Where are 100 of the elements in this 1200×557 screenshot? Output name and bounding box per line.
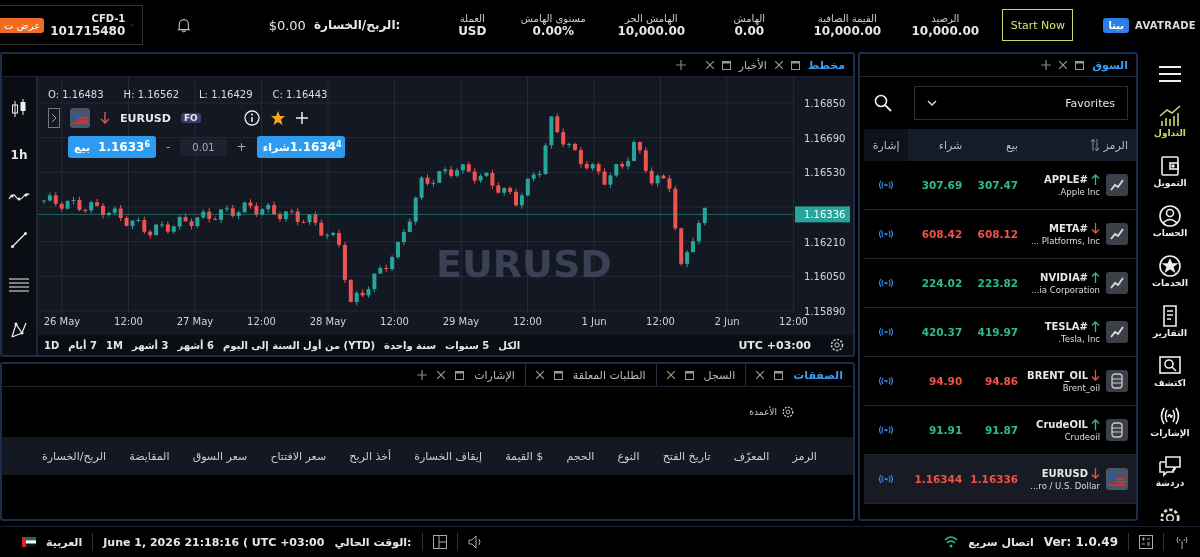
window-icon[interactable] <box>774 370 784 380</box>
calculator-icon[interactable] <box>1139 535 1153 549</box>
indicator-icon[interactable] <box>8 190 30 203</box>
settings-icon[interactable] <box>781 405 795 419</box>
add-icon[interactable] <box>296 112 308 124</box>
market-row[interactable]: 420.37 419.97 TESLA# .Tesla, Inc <box>864 308 1136 357</box>
close-icon[interactable] <box>535 371 544 379</box>
column-header[interactable]: تاريخ الفتح <box>662 449 711 463</box>
sell-price[interactable]: 307.47 <box>964 179 1021 191</box>
signal-icon[interactable] <box>878 474 895 484</box>
range-button[interactable]: (YTD) من أول السنة إلى اليوم <box>223 339 376 351</box>
nav-item[interactable]: التقارير <box>1152 304 1188 354</box>
nav-item[interactable]: دردشة <box>1155 454 1185 504</box>
layout-icon[interactable] <box>432 535 447 549</box>
buy-price[interactable]: 91.91 <box>908 424 965 436</box>
expand-icon[interactable] <box>48 108 60 128</box>
antenna-icon[interactable] <box>1174 535 1190 549</box>
panel-tab[interactable]: الأخبار <box>738 58 767 72</box>
window-icon[interactable] <box>1075 60 1085 70</box>
buy-price[interactable]: 608.42 <box>908 228 965 240</box>
close-icon[interactable] <box>666 371 675 379</box>
panel-tab[interactable]: الطلبات المعلقة <box>572 368 646 382</box>
close-icon[interactable] <box>437 371 446 379</box>
buy-price[interactable]: 94.90 <box>908 375 965 387</box>
sell-price[interactable]: 1.16336 <box>964 473 1021 485</box>
nav-item[interactable]: اكتشف <box>1154 354 1186 404</box>
column-header[interactable]: الحجم <box>566 449 595 463</box>
panel-tab[interactable]: الإشارات <box>474 368 515 382</box>
panel-tab[interactable]: مخطط <box>807 58 845 72</box>
range-button[interactable]: 1D <box>44 339 60 351</box>
window-icon[interactable] <box>790 60 800 70</box>
close-icon[interactable] <box>756 371 765 379</box>
range-button[interactable]: 1M <box>106 339 123 351</box>
market-row[interactable]: 608.42 608.12 META# ... Platforms, Inc <box>864 210 1136 259</box>
nav-item[interactable]: الحساب <box>1152 204 1188 254</box>
column-header[interactable]: إشارة <box>864 129 909 161</box>
quantity-field[interactable]: 0.01 <box>180 138 227 156</box>
signal-icon[interactable] <box>878 327 895 337</box>
column-header[interactable]: سعر الافتتاح <box>270 449 327 463</box>
horizontal-lines-icon[interactable] <box>9 277 29 292</box>
sell-price[interactable]: 419.97 <box>964 326 1021 338</box>
add-tab-icon[interactable] <box>675 60 686 70</box>
window-icon[interactable] <box>721 60 731 70</box>
sell-price[interactable]: 608.12 <box>964 228 1021 240</box>
column-header[interactable]: أخذ الربح <box>349 449 392 463</box>
sell-price[interactable]: 223.82 <box>964 277 1021 289</box>
column-header[interactable]: شراء <box>908 138 965 152</box>
column-header[interactable]: بيع <box>964 138 1021 152</box>
column-header[interactable]: المقايضة <box>129 449 170 463</box>
signal-icon[interactable] <box>878 425 895 435</box>
buy-price[interactable]: 224.02 <box>908 277 965 289</box>
info-icon[interactable] <box>244 110 260 126</box>
nav-item[interactable]: الإشارات <box>1150 404 1190 454</box>
buy-price[interactable]: 1.16344 <box>908 473 965 485</box>
sort-icon[interactable] <box>1089 138 1100 152</box>
window-icon[interactable] <box>455 370 465 380</box>
add-tab-icon[interactable] <box>1041 60 1052 70</box>
window-icon[interactable] <box>684 370 694 380</box>
timeframe-button[interactable]: 1h <box>10 148 28 162</box>
nav-item[interactable]: الخدمات <box>1151 254 1189 304</box>
language-selector[interactable]: العربية <box>46 535 83 549</box>
buy-price[interactable]: 420.37 <box>908 326 965 338</box>
signal-icon[interactable] <box>878 180 895 190</box>
market-row[interactable]: 224.02 223.82 NVIDIA# ...ia Corporation <box>864 259 1136 308</box>
timezone-label[interactable]: UTC +03:00 <box>738 338 811 352</box>
close-icon[interactable] <box>1059 61 1068 69</box>
column-header[interactable]: الربح/الخسارة <box>42 449 107 463</box>
sell-price[interactable]: 91.87 <box>964 424 1021 436</box>
settings-icon[interactable] <box>829 337 845 353</box>
column-header[interactable]: القيمة $ <box>505 449 544 463</box>
window-icon[interactable] <box>553 370 563 380</box>
star-icon[interactable] <box>270 110 286 126</box>
add-tab-icon[interactable] <box>417 370 428 380</box>
pattern-icon[interactable] <box>10 320 28 339</box>
candlestick-icon[interactable] <box>11 99 27 120</box>
range-button[interactable]: الكل <box>498 339 521 351</box>
list-select[interactable]: Favorites <box>914 86 1128 120</box>
buy-price[interactable]: 307.69 <box>908 179 965 191</box>
sell-price[interactable]: 94.86 <box>964 375 1021 387</box>
nav-item[interactable]: التمويل <box>1153 154 1187 204</box>
signal-icon[interactable] <box>878 278 895 288</box>
panel-tab[interactable]: الصفقات <box>793 368 843 382</box>
signal-icon[interactable] <box>878 376 895 386</box>
column-header[interactable]: المعرّف <box>733 449 770 463</box>
panel-tab[interactable]: السوق <box>1092 58 1128 72</box>
range-button[interactable]: 5 سنوات <box>445 339 490 351</box>
close-icon[interactable] <box>774 61 783 69</box>
market-row[interactable]: 307.69 307.47 APPLE# .Apple Inc <box>864 161 1136 210</box>
range-button[interactable]: سنة واحدة <box>384 339 437 351</box>
search-icon[interactable] <box>874 94 892 112</box>
minus-button[interactable]: - <box>160 140 177 154</box>
column-header[interactable]: النوع <box>617 449 640 463</box>
range-button[interactable]: 3 أشهر <box>131 339 169 351</box>
nav-item[interactable]: التداول <box>1154 104 1186 154</box>
plus-button[interactable]: + <box>230 140 253 154</box>
column-header[interactable]: الرمز <box>792 449 817 463</box>
panel-tab[interactable]: السجل <box>703 368 736 382</box>
close-icon[interactable] <box>705 61 714 69</box>
columns-label[interactable]: الأعمدة <box>749 407 777 417</box>
column-header[interactable]: سعر السوق <box>192 449 248 463</box>
